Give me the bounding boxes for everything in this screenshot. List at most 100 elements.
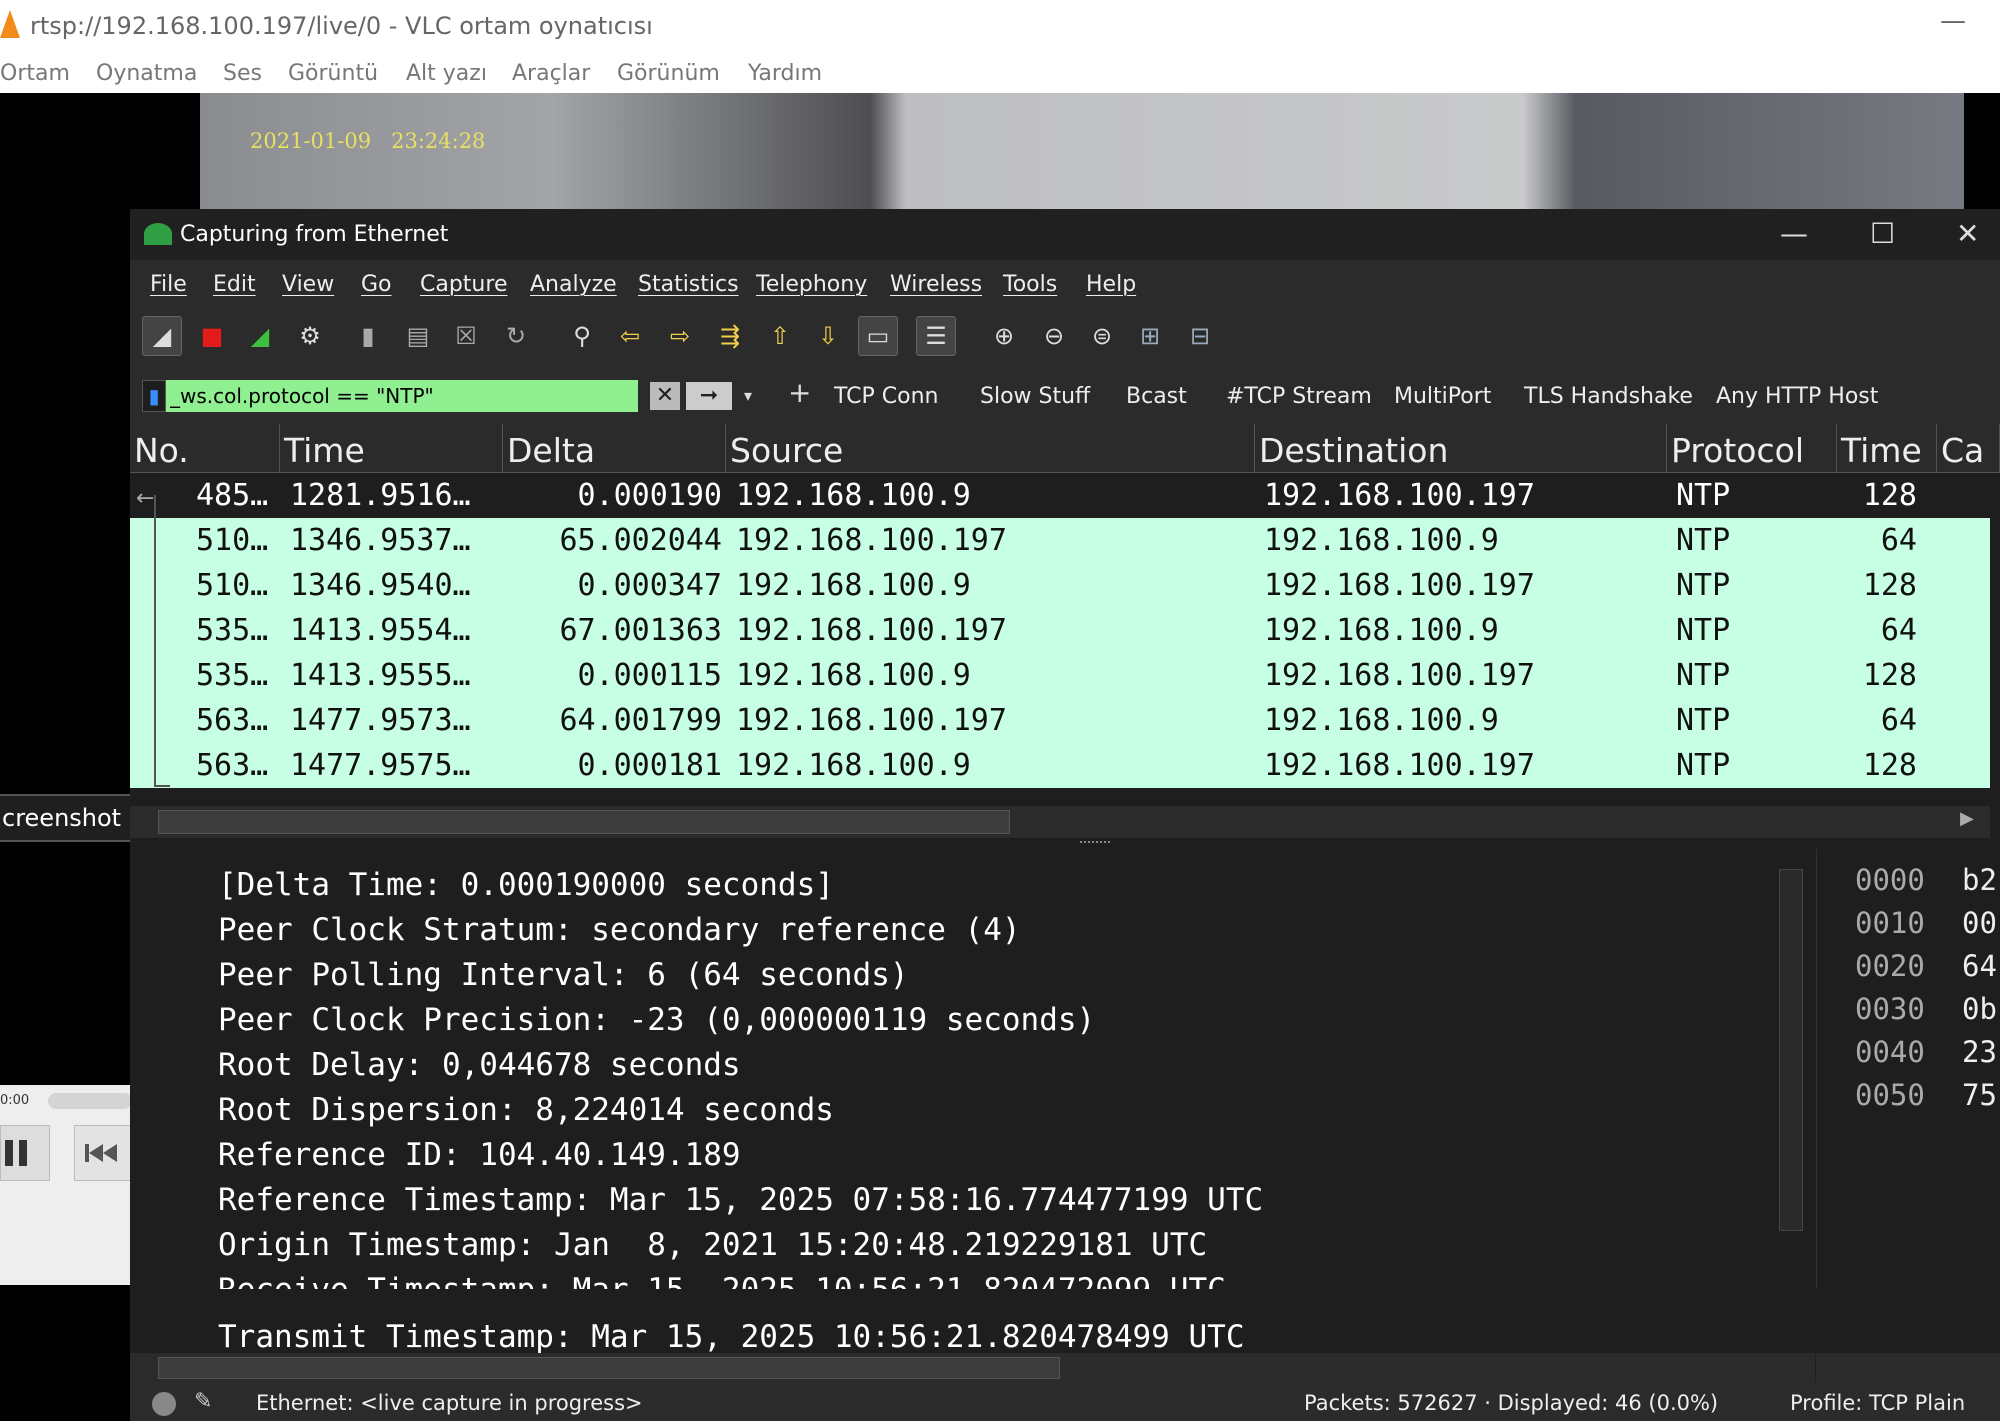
menu-capture[interactable]: Capture (420, 272, 507, 297)
column-header-ca[interactable]: Ca (1937, 424, 2000, 472)
autoscroll-icon[interactable]: ▭ (858, 316, 898, 356)
resize-columns-icon[interactable]: ⊞ (1130, 316, 1170, 356)
colorize-icon[interactable]: ☰ (916, 316, 956, 356)
scrollbar-thumb[interactable] (158, 1357, 1060, 1379)
detail-line[interactable]: Reference ID: 104.40.149.189 (218, 1137, 741, 1173)
table-row[interactable]: 510… 1346.9537… 65.002044 192.168.100.19… (130, 518, 1990, 563)
vlc-previous-button[interactable] (74, 1125, 132, 1181)
open-file-icon[interactable]: ▮ (348, 316, 388, 356)
detail-line[interactable]: Peer Clock Precision: -23 (0,000000119 s… (218, 1002, 1095, 1038)
zoom-normal-icon[interactable]: ⊜ (1082, 316, 1122, 356)
filter-button-tcp-stream[interactable]: #TCP Stream (1226, 384, 1372, 409)
packet-details-pane[interactable]: [Delta Time: 0.000190000 seconds] Peer C… (130, 849, 1815, 1289)
scrollbar-thumb[interactable] (158, 810, 1010, 834)
menu-help[interactable]: Help (1086, 272, 1136, 297)
menu-analyze[interactable]: Analyze (530, 272, 617, 297)
column-header-no[interactable]: No. (130, 424, 280, 472)
scrollbar-thumb[interactable] (1779, 869, 1803, 1231)
column-header-protocol[interactable]: Protocol (1667, 424, 1837, 472)
vlc-menu-goruntu[interactable]: Görüntü (288, 61, 378, 86)
menu-go[interactable]: Go (361, 272, 392, 297)
vlc-seek-slider[interactable] (48, 1093, 132, 1109)
vlc-menu-oynatma[interactable]: Oynatma (96, 61, 197, 86)
first-packet-icon[interactable]: ⇧ (760, 316, 800, 356)
vlc-pause-button[interactable] (0, 1125, 50, 1181)
filter-button-bcast[interactable]: Bcast (1126, 384, 1187, 409)
table-row[interactable]: 510… 1346.9540… 0.000347 192.168.100.9 1… (130, 563, 1990, 608)
vlc-video-area[interactable]: 2021-01-09 23:24:28 (200, 93, 1964, 209)
go-to-packet-icon[interactable]: ⇶ (710, 316, 750, 356)
detail-line[interactable]: [Delta Time: 0.000190000 seconds] (218, 867, 834, 903)
scroll-right-icon[interactable]: ▶ (1960, 808, 1974, 829)
column-header-source[interactable]: Source (726, 424, 1255, 472)
go-forward-arrow-icon[interactable]: ⇨ (660, 316, 700, 356)
vlc-minimize-button[interactable]: — (1940, 6, 1966, 36)
stop-capture-icon[interactable]: ■ (192, 316, 232, 356)
save-file-icon[interactable]: ▤ (398, 316, 438, 356)
hex-bytes[interactable]: 64 (1962, 949, 1997, 983)
detail-line[interactable]: Root Delay: 0,044678 seconds (218, 1047, 741, 1083)
detail-line[interactable]: Transmit Timestamp: Mar 15, 2025 10:56:2… (218, 1319, 1245, 1355)
detail-line[interactable]: Reference Timestamp: Mar 15, 2025 07:58:… (218, 1182, 1263, 1218)
start-capture-fin-icon[interactable]: ◢ (142, 316, 182, 356)
table-row[interactable]: 563… 1477.9575… 0.000181 192.168.100.9 1… (130, 743, 1990, 788)
clear-filter-icon[interactable]: ✕ (650, 382, 680, 410)
table-row[interactable]: 563… 1477.9573… 64.001799 192.168.100.19… (130, 698, 1990, 743)
filter-button-tcp-conn[interactable]: TCP Conn (834, 384, 938, 409)
restart-capture-icon[interactable]: ◢ (240, 316, 280, 356)
packet-bytes-pane[interactable]: 0000 b2 0010 00 0020 64 0030 0b 0040 23 … (1816, 849, 2000, 1289)
hex-bytes[interactable]: b2 (1962, 863, 1997, 897)
capture-comment-edit-icon[interactable]: ✎ (194, 1389, 212, 1414)
detail-line[interactable]: Peer Polling Interval: 6 (64 seconds) (218, 957, 909, 993)
vlc-menu-altyazi[interactable]: Alt yazı (406, 61, 487, 86)
menu-view[interactable]: View (282, 272, 334, 297)
menu-wireless[interactable]: Wireless (890, 272, 982, 297)
details-horizontal-scrollbar[interactable] (130, 1353, 1815, 1383)
menu-tools[interactable]: Tools (1003, 272, 1057, 297)
filter-button-slow-stuff[interactable]: Slow Stuff (980, 384, 1090, 409)
zoom-in-icon[interactable]: ⊕ (984, 316, 1024, 356)
add-filter-button-icon[interactable]: + (788, 376, 811, 409)
close-button[interactable]: ✕ (1956, 217, 1979, 250)
table-row[interactable]: 485… 1281.9516… 0.000190 192.168.100.9 1… (130, 473, 1990, 518)
filter-button-any-http-host[interactable]: Any HTTP Host (1716, 384, 1878, 409)
pane-splitter-handle[interactable] (1080, 841, 1110, 849)
column-header-destination[interactable]: Destination (1255, 424, 1667, 472)
capture-options-gear-icon[interactable]: ⚙ (290, 316, 330, 356)
vlc-menu-araclar[interactable]: Araçlar (512, 61, 590, 86)
detail-line[interactable]: Receive Timestamp: Mar 15, 2025 10:56:21… (218, 1272, 1226, 1289)
detail-line[interactable]: Peer Clock Stratum: secondary reference … (218, 912, 1021, 948)
last-packet-icon[interactable]: ⇩ (808, 316, 848, 356)
reload-file-icon[interactable]: ↻ (496, 316, 536, 356)
packet-list-horizontal-scrollbar[interactable]: ▶ (130, 806, 1990, 838)
apply-filter-arrow-icon[interactable]: ➞ (686, 382, 732, 410)
menu-edit[interactable]: Edit (213, 272, 256, 297)
details-vertical-scrollbar[interactable] (1775, 849, 1805, 1269)
bytes-horizontal-scrollbar[interactable] (1816, 1353, 2000, 1383)
zoom-out-icon[interactable]: ⊖ (1034, 316, 1074, 356)
menu-statistics[interactable]: Statistics (638, 272, 739, 297)
hex-bytes[interactable]: 0b (1962, 992, 1997, 1026)
filter-bookmark-icon[interactable]: ▮ (142, 380, 166, 412)
hex-bytes[interactable]: 00 (1962, 906, 1997, 940)
filter-button-tls-handshake[interactable]: TLS Handshake (1524, 384, 1693, 409)
vlc-menu-yardim[interactable]: Yardım (748, 61, 822, 86)
minimize-button[interactable]: — (1780, 217, 1808, 250)
column-header-time-to-live[interactable]: Time (1837, 424, 1937, 472)
filter-history-dropdown-icon[interactable]: ▾ (738, 382, 758, 410)
find-packet-icon[interactable]: ⚲ (562, 316, 602, 356)
expert-info-indicator-icon[interactable] (152, 1392, 176, 1416)
column-header-delta[interactable]: Delta (503, 424, 726, 472)
display-filter-input[interactable] (166, 380, 638, 412)
vlc-menu-gorunum[interactable]: Görünüm (617, 61, 720, 86)
hex-bytes[interactable]: 75 (1962, 1078, 1997, 1112)
menu-file[interactable]: File (150, 272, 187, 297)
menu-telephony[interactable]: Telephony (756, 272, 867, 297)
detail-line[interactable]: Root Dispersion: 8,224014 seconds (218, 1092, 834, 1128)
maximize-button[interactable]: ☐ (1870, 217, 1895, 250)
profile-selector[interactable]: Profile: TCP Plain (1790, 1391, 1965, 1415)
table-row[interactable]: 535… 1413.9555… 0.000115 192.168.100.9 1… (130, 653, 1990, 698)
vlc-menu-ses[interactable]: Ses (223, 61, 262, 86)
expand-subtrees-icon[interactable]: ⊟ (1180, 316, 1220, 356)
vlc-menu-ortam[interactable]: Ortam (0, 61, 70, 86)
